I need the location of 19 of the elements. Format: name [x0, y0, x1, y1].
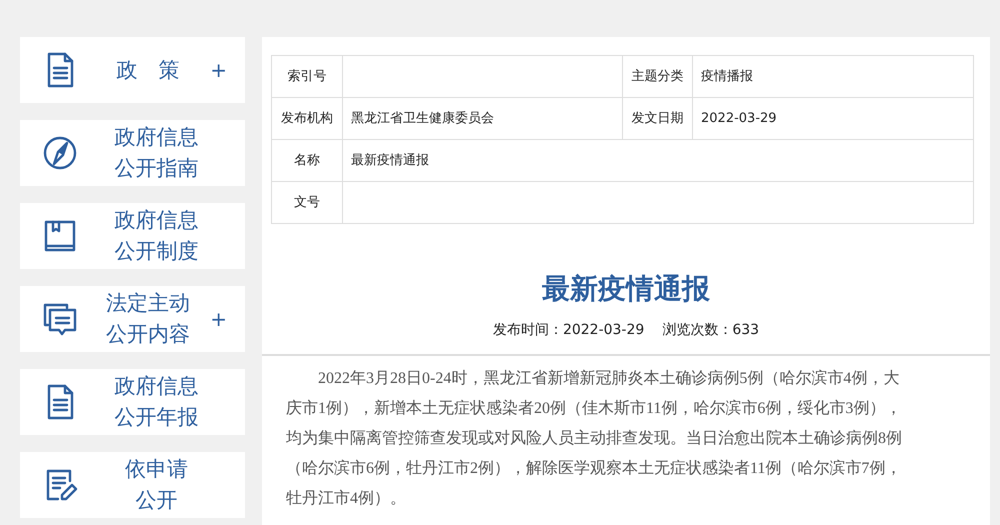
table-cell: 发文日期 — [622, 98, 692, 140]
table-cell: 2022-03-29 — [692, 98, 974, 140]
table-cell: 主题分类 — [622, 56, 692, 98]
table-cell: 黑龙江省卫生健康委员会 — [342, 98, 622, 140]
sidebar-item[interactable]: 政府信息 公开年报 — [20, 369, 245, 435]
table-cell: 疫情播报 — [692, 56, 974, 98]
sidebar-item[interactable]: 政 策 + — [20, 37, 245, 103]
article-title: 最新疫情通报 — [541, 272, 711, 306]
article-paragraph: 2022年3月28日0-24时，黑龙江省新增新冠肺炎本土确诊病例5例（哈尔滨市4例，大庆市1例），新增本土无症状感染者20例（佳木斯市11例，哈尔滨市6例，绥化市3例），均为集中隔离管控筛查发现或对风险人员主动排查发现。当日治愈出院本土确诊病例8例（哈尔滨市6例，牡丹江市2例），解除医学观察本土无症状感染者11例（哈尔滨市7例，牡丹江市4例）。 — [285, 368, 903, 509]
sidebar-item[interactable]: 依申请 公开 — [20, 452, 245, 518]
sidebar-item[interactable]: 政府信息 公开指南 — [20, 120, 245, 186]
table-cell: 索引号 — [272, 56, 342, 98]
publish-time: 发布时间：2022-03-29 — [492, 320, 644, 340]
table-cell: 最新疫情通报 — [342, 140, 974, 182]
table-cell: 发布机构 — [272, 98, 342, 140]
table-cell: 名称 — [272, 140, 342, 182]
table-cell: 文号 — [272, 182, 342, 224]
sidebar-item[interactable]: 政府信息 公开制度 — [20, 203, 245, 269]
view-count: 浏览次数：633 — [662, 320, 760, 340]
